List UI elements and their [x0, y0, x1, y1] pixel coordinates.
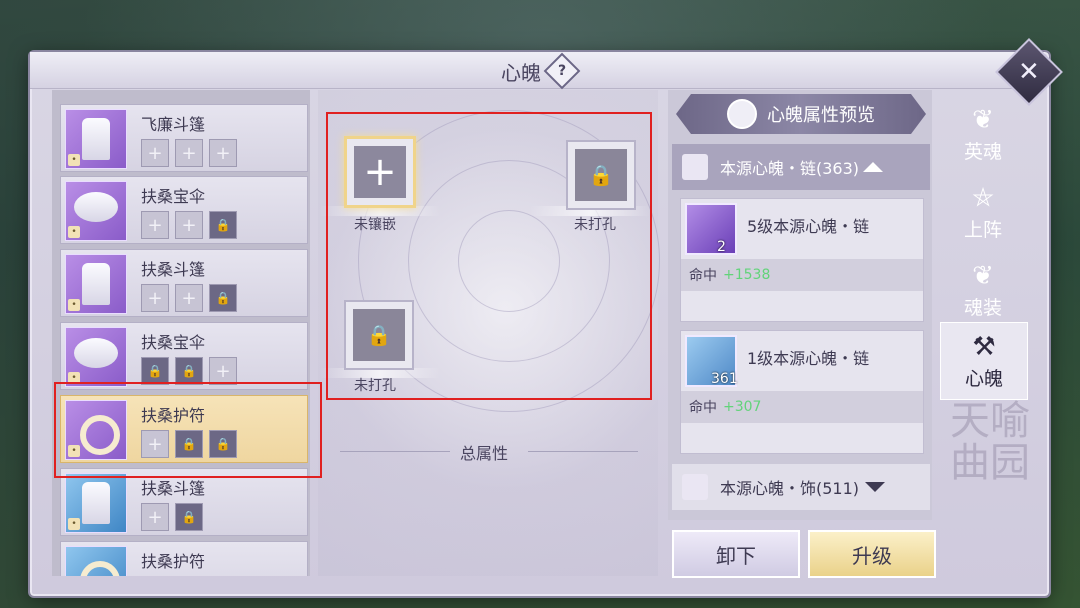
close-icon: ✕ [1018, 56, 1040, 87]
slot-plus-icon: + [141, 139, 169, 167]
slot-plus-icon: + [141, 503, 169, 531]
item-slots: + + + [141, 139, 237, 167]
tab-deploy[interactable]: ⛤ 上阵 [940, 174, 1026, 250]
amulet-icon: • [65, 546, 127, 576]
slot-plus-icon: + [175, 211, 203, 239]
tab-soul-armor[interactable]: ❦ 魂装 [940, 252, 1026, 328]
item-name: 扶桑宝伞 [141, 187, 206, 206]
upgrade-button[interactable]: 升级 [808, 530, 936, 578]
page-title: 心魄 [501, 60, 541, 85]
bound-lock-icon: • [68, 154, 80, 166]
equipment-item[interactable]: • 扶桑斗篷 + + 🔒 [60, 249, 308, 317]
umbrella-icon: • [65, 327, 127, 387]
item-name: 扶桑斗篷 [141, 479, 206, 498]
umbrella-icon: • [65, 181, 127, 241]
cloak-icon: • [65, 109, 127, 169]
bound-lock-icon: • [68, 518, 80, 530]
equipment-list[interactable]: • 飞廉斗篷 + + + • 扶桑宝伞 + + 🔒 • 扶桑斗篷 + + 🔒 • 扶桑宝伞 🔒 🔒 + • 扶桑护符 + 🔒 🔒… [52, 90, 310, 576]
purple-gem-icon [685, 203, 737, 255]
page-title-group: 心魄 ? [478, 52, 598, 90]
bound-lock-icon: • [68, 299, 80, 311]
soul-armor-icon: ❦ [972, 260, 994, 291]
soul-count: 361 [711, 371, 738, 387]
highlight-box-item [54, 382, 322, 478]
slot-lock-icon: 🔒 [141, 357, 169, 385]
slot-plus-icon: + [175, 284, 203, 312]
item-name: 飞廉斗篷 [141, 115, 206, 134]
equipment-item[interactable]: • 扶桑护符 [60, 541, 308, 576]
group-header-ornament[interactable]: 本源心魄・饰(511) [672, 464, 930, 510]
equipment-item[interactable]: • 扶桑斗篷 + 🔒 [60, 468, 308, 536]
tab-hero-soul[interactable]: ❦ 英魂 [940, 96, 1026, 172]
slot-lock-icon: 🔒 [209, 211, 237, 239]
item-name: 扶桑护符 [141, 552, 206, 571]
chain-icon [682, 154, 708, 180]
stat-row: 命中 +307 [681, 391, 923, 423]
soul-card-1[interactable]: 2 5级本源心魄・链 命中 +1538 [680, 198, 924, 322]
item-slots: + + 🔒 [141, 284, 237, 312]
stat-row: 命中 +1538 [681, 259, 923, 291]
equipment-item[interactable]: • 扶桑宝伞 🔒 🔒 + [60, 322, 308, 390]
item-slots: 🔒 🔒 + [141, 357, 237, 385]
hammer-icon: ⚒ [972, 331, 996, 362]
item-name: 扶桑斗篷 [141, 260, 206, 279]
item-slots: + + 🔒 [141, 211, 237, 239]
pentagram-icon: ⛤ [972, 182, 994, 213]
collapse-arrow-icon [863, 162, 884, 172]
highlight-box-sockets [326, 112, 652, 400]
slot-lock-icon: 🔒 [175, 503, 203, 531]
equipment-item[interactable]: • 扶桑宝伞 + + 🔒 [60, 176, 308, 244]
expand-arrow-icon [865, 482, 886, 492]
slot-plus-icon: + [141, 284, 169, 312]
unload-button[interactable]: 卸下 [672, 530, 800, 578]
slot-plus-icon: + [209, 357, 237, 385]
slot-plus-icon: + [175, 139, 203, 167]
preview-header: 心魄属性预览 [676, 94, 926, 134]
tab-heart-soul[interactable]: ⚒ 心魄 [940, 322, 1028, 400]
slot-lock-icon: 🔒 [175, 357, 203, 385]
soul-count: 2 [717, 239, 726, 255]
slot-lock-icon: 🔒 [209, 284, 237, 312]
item-slots: + 🔒 [141, 503, 203, 531]
help-icon[interactable]: ? [543, 52, 581, 90]
soul-name: 1级本源心魄・链 [747, 349, 870, 368]
group-header-chain[interactable]: 本源心魄・链(363) [672, 144, 930, 190]
cloak-icon: • [65, 254, 127, 314]
item-name: 扶桑宝伞 [141, 333, 206, 352]
flame-icon: ❦ [972, 104, 994, 135]
ornament-icon [682, 474, 708, 500]
equipment-item[interactable]: • 飞廉斗篷 + + + [60, 104, 308, 172]
soul-card-2[interactable]: 361 1级本源心魄・链 命中 +307 [680, 330, 924, 454]
logo-watermark: 天喻曲园 [950, 398, 1030, 486]
slot-plus-icon: + [141, 211, 169, 239]
soul-name: 5级本源心魄・链 [747, 217, 870, 236]
cloak-icon: • [65, 473, 127, 533]
helmet-icon [727, 99, 757, 129]
total-attributes-title: 总属性 [460, 444, 509, 463]
slot-plus-icon: + [209, 139, 237, 167]
bound-lock-icon: • [68, 226, 80, 238]
title-deco-left [400, 58, 401, 84]
side-tabs: ❦ 英魂 ⛤ 上阵 ❦ 魂装 ⚒ 心魄 [936, 92, 1030, 572]
